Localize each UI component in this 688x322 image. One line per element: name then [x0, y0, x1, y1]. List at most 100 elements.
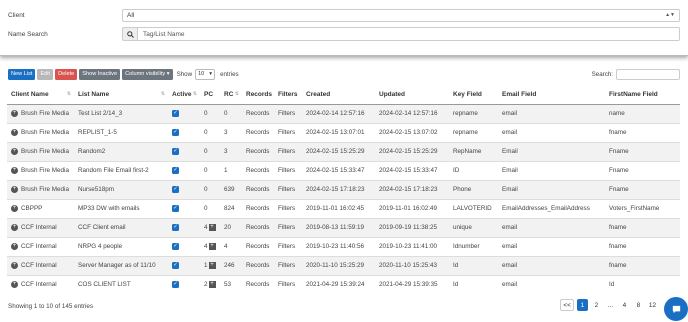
table-search-input[interactable]: [616, 68, 680, 80]
column-visibility-button[interactable]: Column visibility ▾: [122, 68, 173, 80]
filters-link[interactable]: Filters: [278, 129, 295, 136]
column-header[interactable]: Filters: [274, 86, 302, 105]
records-link[interactable]: Records: [246, 186, 269, 193]
add-pc-icon[interactable]: +: [208, 224, 216, 231]
active-checkbox[interactable]: ✓: [172, 223, 179, 231]
search-icon[interactable]: [122, 27, 138, 41]
column-header[interactable]: Email Field: [498, 86, 605, 105]
expand-row-icon[interactable]: +: [11, 128, 18, 136]
column-header[interactable]: Client Name ⇅: [7, 86, 74, 105]
filters-link[interactable]: Filters: [278, 186, 295, 193]
expand-row-icon[interactable]: +: [11, 281, 18, 289]
name-search-input[interactable]: Tag/List Name: [138, 27, 680, 41]
active-checkbox[interactable]: ✓: [172, 261, 179, 269]
rc-count: 20: [224, 224, 232, 231]
active-checkbox[interactable]: ✓: [172, 281, 179, 289]
add-pc-icon[interactable]: +: [208, 243, 216, 250]
records-link[interactable]: Records: [246, 262, 269, 269]
show-label: Show: [176, 70, 193, 78]
active-checkbox[interactable]: ✓: [172, 166, 179, 174]
records-link[interactable]: Records: [246, 167, 269, 174]
active-checkbox[interactable]: ✓: [172, 109, 179, 117]
client-name: Brush Fire Media: [21, 167, 69, 175]
filters-link[interactable]: Filters: [278, 110, 295, 117]
expand-row-icon[interactable]: +: [11, 242, 18, 250]
records-link[interactable]: Records: [246, 205, 269, 212]
previous-page-button[interactable]: <<: [560, 299, 574, 311]
active-checkbox[interactable]: ✓: [172, 185, 179, 193]
expand-row-icon[interactable]: +: [11, 185, 18, 193]
column-header-label: Key Field: [453, 91, 482, 99]
delete-button[interactable]: Delete: [55, 68, 78, 80]
records-link[interactable]: Records: [246, 281, 269, 288]
table-row[interactable]: + CBPPP MP33 DW with emails ✓ 0 824 Records Fil…: [7, 198, 680, 218]
toolbar: New List Edit Delete Show Inactive Colum…: [8, 68, 680, 80]
filters-link[interactable]: Filters: [278, 224, 295, 231]
active-checkbox[interactable]: ✓: [172, 242, 179, 250]
expand-row-icon[interactable]: +: [11, 147, 18, 155]
expand-row-icon[interactable]: +: [11, 204, 18, 212]
expand-row-icon[interactable]: +: [11, 166, 18, 174]
table-row[interactable]: + Brush Fire Media Random File Email first…: [7, 160, 680, 180]
column-header-label: List Name: [78, 91, 110, 99]
new-list-button[interactable]: New List: [8, 68, 36, 80]
records-link[interactable]: Records: [246, 148, 269, 155]
column-header[interactable]: PC: [200, 86, 220, 105]
column-header[interactable]: RC ⇅: [220, 86, 242, 105]
table-row[interactable]: + Brush Fire Media REPLIST_1-5 ✓ 0 3 Records Fi…: [7, 122, 680, 142]
column-header[interactable]: Records: [242, 86, 274, 105]
active-checkbox[interactable]: ✓: [172, 204, 179, 212]
table-row[interactable]: + CCF Internal CCF Client email ✓ 4 +20 Record…: [7, 217, 680, 237]
records-link[interactable]: Records: [246, 110, 269, 117]
filters-link[interactable]: Filters: [278, 148, 295, 155]
active-checkbox[interactable]: ✓: [172, 147, 179, 155]
created-date: 2024-02-15 15:33:47: [306, 167, 365, 174]
chat-button[interactable]: [664, 297, 688, 321]
table-header-row: Client Name ⇅ List Name ⇅ Active ⇅ PC RC ⇅ Record…: [7, 86, 680, 105]
column-header[interactable]: Key Field: [449, 86, 498, 105]
table-info: Showing 1 to 10 of 145 entries: [8, 303, 94, 310]
expand-row-icon[interactable]: +: [11, 223, 18, 231]
page-button[interactable]: 12: [647, 299, 658, 311]
expand-row-icon[interactable]: +: [11, 109, 18, 117]
records-link[interactable]: Records: [246, 129, 269, 136]
table-row[interactable]: + CCF Internal Server Manager as of 11/10 ✓…: [7, 255, 680, 275]
column-header[interactable]: Updated: [375, 86, 449, 105]
pc-count: 2: [204, 281, 208, 289]
active-checkbox[interactable]: ✓: [172, 128, 179, 136]
key-field: repname: [453, 110, 478, 117]
table-row[interactable]: + Brush Fire Media Random2 ✓ 0 3 Records Filter…: [7, 141, 680, 161]
email-field: email: [502, 262, 518, 269]
table-row[interactable]: + CCF Internal NRPG 4 people ✓ 4 +4 Records Fil…: [7, 236, 680, 256]
column-header[interactable]: List Name ⇅: [74, 86, 168, 105]
client-select[interactable]: All ▲▼: [122, 8, 680, 22]
page-button[interactable]: 2: [591, 299, 602, 311]
edit-button[interactable]: Edit: [37, 68, 54, 80]
records-link[interactable]: Records: [246, 243, 269, 250]
filters-link[interactable]: Filters: [278, 167, 295, 174]
key-field: unique: [453, 224, 472, 231]
filters-link[interactable]: Filters: [278, 281, 295, 288]
filters-link[interactable]: Filters: [278, 205, 295, 212]
add-pc-icon[interactable]: +: [208, 262, 216, 269]
page-button[interactable]: 4: [619, 299, 630, 311]
updated-date: 2021-04-29 15:39:35: [379, 281, 438, 289]
page-length-select[interactable]: 10 ▾: [195, 68, 216, 80]
rc-count: 53: [224, 281, 232, 289]
add-pc-icon[interactable]: +: [208, 281, 216, 289]
records-link[interactable]: Records: [246, 224, 269, 231]
filters-link[interactable]: Filters: [278, 262, 295, 269]
column-header[interactable]: Created: [302, 86, 375, 105]
column-header[interactable]: FirstName Field: [605, 86, 680, 105]
column-header[interactable]: Active ⇅: [168, 86, 200, 105]
filters-link[interactable]: Filters: [278, 243, 295, 250]
client-name: Brush Fire Media: [21, 186, 69, 194]
show-inactive-button[interactable]: Show Inactive: [79, 68, 121, 80]
table-row[interactable]: + Brush Fire Media Test List 2/14_3 ✓ 0 0 Reco…: [7, 103, 680, 123]
table-row[interactable]: + CCF Internal COS CLIENT LIST ✓ 2 +53 Records…: [7, 274, 680, 294]
table-row[interactable]: + Brush Fire Media Nurse518pm ✓ 0 639 Records F…: [7, 179, 680, 199]
page-button[interactable]: 1: [576, 299, 588, 311]
updated-date: 2020-11-10 15:25:43: [379, 262, 438, 269]
page-button[interactable]: 8: [633, 299, 644, 311]
expand-row-icon[interactable]: +: [11, 261, 18, 269]
